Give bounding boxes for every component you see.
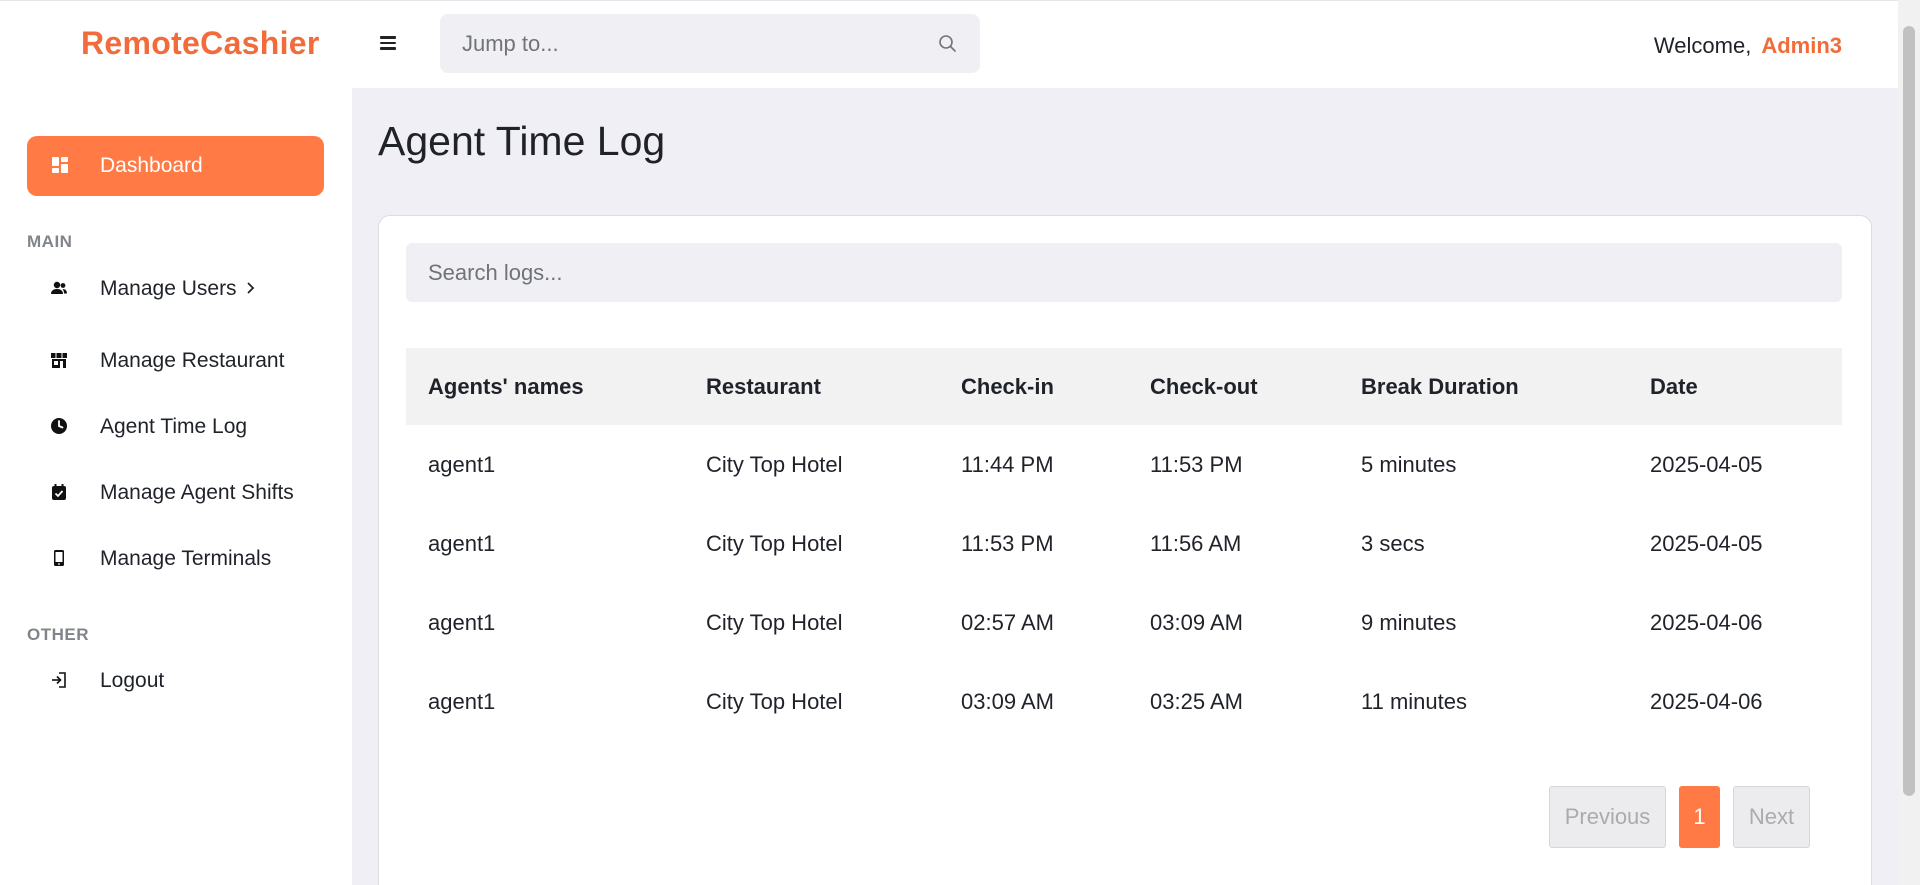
table-cell: 11:53 PM xyxy=(1150,451,1243,477)
table-cell: 11:53 PM xyxy=(961,530,1054,556)
table-cell: 11 minutes xyxy=(1361,688,1467,714)
sidebar-item-label: Agent Time Log xyxy=(100,415,248,438)
page-1-button[interactable]: 1 xyxy=(1679,786,1720,848)
sidebar-item-label: Manage Restaurant xyxy=(100,349,285,372)
sidebar-item-agent-time-log[interactable]: Agent Time Log xyxy=(27,404,324,450)
table-cell: 9 minutes xyxy=(1361,609,1457,635)
table-cell: City Top Hotel xyxy=(706,609,843,635)
table-cell: City Top Hotel xyxy=(706,451,843,477)
table-cell: 5 minutes xyxy=(1361,451,1457,477)
sidebar-item-label: Dashboard xyxy=(100,154,203,177)
calendar-check-icon xyxy=(52,484,66,500)
table-cell: 03:09 AM xyxy=(961,688,1054,714)
column-header[interactable]: Check-in xyxy=(939,348,1128,425)
brand-logo[interactable]: RemoteCashier xyxy=(81,25,320,62)
table-cell: 2025-04-06 xyxy=(1650,688,1763,714)
time-log-table: Agents' names Restaurant Check-in Check-… xyxy=(406,348,1842,741)
jump-to-search[interactable] xyxy=(440,14,980,73)
page-scrollbar[interactable] xyxy=(1898,0,1920,885)
logout-icon xyxy=(52,672,66,688)
column-header[interactable]: Restaurant xyxy=(684,348,939,425)
table-row: agent1 City Top Hotel 03:09 AM 03:25 AM … xyxy=(406,662,1842,741)
sidebar-item-manage-users[interactable]: Manage Users xyxy=(27,266,324,312)
phone-icon xyxy=(54,550,64,566)
top-bar: RemoteCashier Welcome, Admin3 xyxy=(0,0,1898,88)
table-cell: City Top Hotel xyxy=(706,688,843,714)
welcome-text: Welcome, xyxy=(1653,33,1752,58)
jump-to-input[interactable] xyxy=(440,14,980,73)
sidebar-item-manage-agent-shifts[interactable]: Manage Agent Shifts xyxy=(27,470,324,516)
main-content: Agent Time Log Agents' names Restaurant … xyxy=(352,88,1898,885)
section-label-main: MAIN xyxy=(27,232,73,251)
table-cell: 03:25 AM xyxy=(1150,688,1243,714)
sidebar-item-manage-restaurant[interactable]: Manage Restaurant xyxy=(27,338,324,384)
sidebar-item-label: Logout xyxy=(100,669,165,692)
column-header[interactable]: Check-out xyxy=(1128,348,1339,425)
table-cell: agent1 xyxy=(428,609,496,635)
table-cell: 02:57 AM xyxy=(961,609,1054,635)
sidebar-item-label: Manage Users xyxy=(100,277,237,300)
log-search-input[interactable] xyxy=(406,243,1842,302)
sidebar: Dashboard MAIN Manage Users Manage Resta… xyxy=(0,88,352,885)
log-search[interactable] xyxy=(406,243,1842,302)
section-label-other: OTHER xyxy=(27,625,89,644)
table-row: agent1 City Top Hotel 11:53 PM 11:56 AM … xyxy=(406,504,1842,583)
sidebar-item-logout[interactable]: Logout xyxy=(27,658,324,704)
welcome-message: Welcome, Admin3 xyxy=(1654,33,1842,59)
page-title: Agent Time Log xyxy=(378,118,666,164)
column-header[interactable]: Break Duration xyxy=(1339,348,1628,425)
time-log-card: Agents' names Restaurant Check-in Check-… xyxy=(378,215,1872,885)
user-name[interactable]: Admin3 xyxy=(1761,33,1842,58)
table-cell: City Top Hotel xyxy=(706,530,843,556)
sidebar-item-manage-terminals[interactable]: Manage Terminals xyxy=(27,536,324,582)
table-cell: agent1 xyxy=(428,451,496,477)
store-icon xyxy=(51,353,67,368)
next-page-button[interactable]: Next xyxy=(1733,786,1810,848)
column-header[interactable]: Agents' names xyxy=(406,348,684,425)
table-row: agent1 City Top Hotel 11:44 PM 11:53 PM … xyxy=(406,425,1842,504)
scrollbar-thumb[interactable] xyxy=(1903,26,1915,796)
sidebar-item-label: Manage Terminals xyxy=(100,547,272,570)
table-cell: agent1 xyxy=(428,688,496,714)
search-icon[interactable] xyxy=(938,34,958,54)
table-cell: 11:44 PM xyxy=(961,451,1054,477)
table-cell: agent1 xyxy=(428,530,496,556)
sidebar-item-dashboard[interactable]: Dashboard xyxy=(27,136,324,196)
dashboard-grid-icon xyxy=(52,157,68,173)
table-cell: 2025-04-06 xyxy=(1650,609,1763,635)
table-row: agent1 City Top Hotel 02:57 AM 03:09 AM … xyxy=(406,583,1842,662)
table-header-row: Agents' names Restaurant Check-in Check-… xyxy=(406,348,1842,425)
table-cell: 03:09 AM xyxy=(1150,609,1243,635)
table-cell: 2025-04-05 xyxy=(1650,530,1763,556)
table-cell: 3 secs xyxy=(1361,530,1425,556)
previous-page-button[interactable]: Previous xyxy=(1549,786,1666,848)
menu-toggle-icon[interactable] xyxy=(380,33,400,55)
users-icon xyxy=(51,281,67,294)
chevron-right-icon xyxy=(247,282,255,294)
clock-icon xyxy=(51,418,67,434)
column-header[interactable]: Date xyxy=(1628,348,1842,425)
table-cell: 2025-04-05 xyxy=(1650,451,1763,477)
sidebar-item-label: Manage Agent Shifts xyxy=(100,481,294,504)
table-cell: 11:56 AM xyxy=(1150,530,1242,556)
